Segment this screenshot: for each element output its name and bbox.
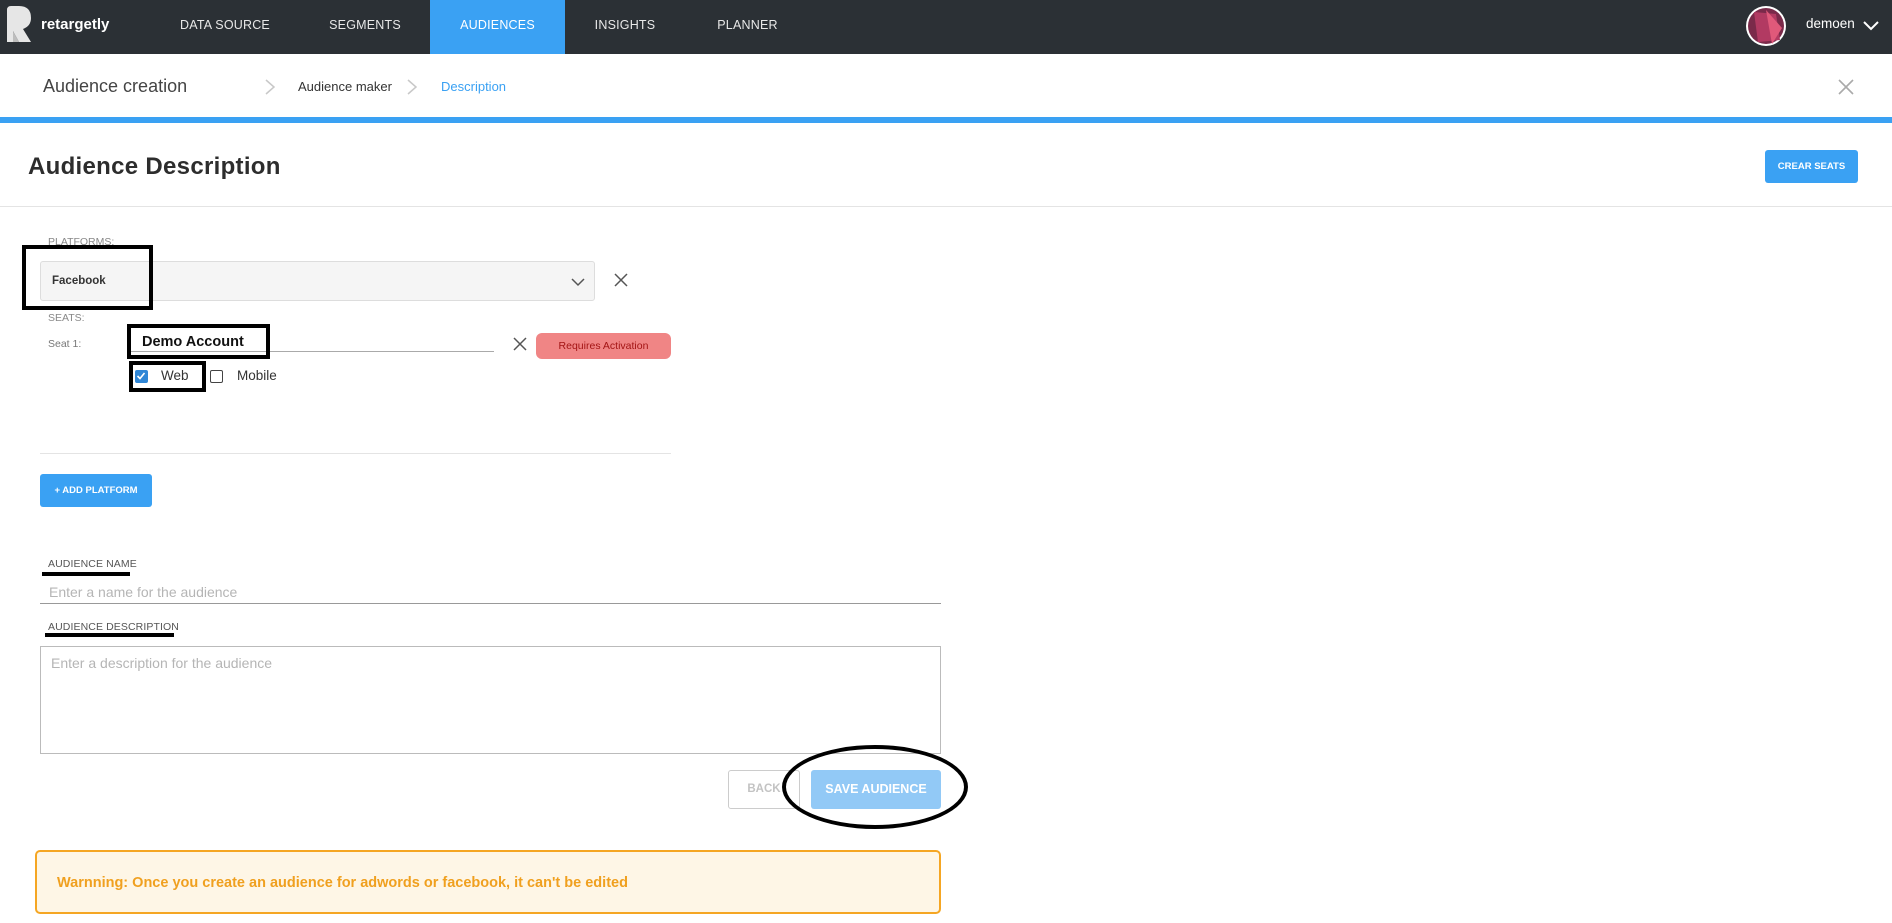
audience-name-input[interactable] [40, 580, 941, 604]
back-button[interactable]: BACK [728, 770, 800, 809]
step-progress-bar [0, 117, 1892, 123]
add-platform-button[interactable]: + ADD PLATFORM [40, 474, 152, 507]
username[interactable]: demoen [1806, 16, 1855, 31]
chevron-right-icon [407, 79, 418, 95]
retargetly-logo-icon[interactable] [5, 6, 33, 42]
web-checkbox[interactable] [135, 370, 148, 383]
brand-name[interactable]: retargetly [41, 16, 109, 33]
mobile-checkbox-label[interactable]: Mobile [237, 368, 277, 383]
platform-select-value: Facebook [52, 275, 106, 287]
nav-segments[interactable]: SEGMENTS [305, 0, 425, 54]
create-seats-button[interactable]: CREAR SEATS [1765, 150, 1858, 183]
seat-1-label: Seat 1: [48, 338, 82, 350]
check-icon [136, 372, 146, 380]
seat-select-underline [128, 351, 494, 352]
breadcrumb-title: Audience creation [43, 76, 188, 96]
platform-select[interactable]: Facebook [40, 261, 595, 301]
chevron-down-icon[interactable] [1862, 18, 1880, 32]
warning-alert: Warnning: Once you create an audience fo… [35, 850, 941, 914]
audience-description-textarea[interactable] [40, 646, 941, 754]
avatar[interactable] [1746, 6, 1786, 46]
seat-1-select[interactable]: Demo Account [142, 334, 244, 350]
seats-label: SEATS: [48, 312, 85, 324]
remove-seat-icon[interactable] [513, 337, 527, 351]
nav-audiences[interactable]: AUDIENCES [430, 0, 565, 54]
warning-text: Warnning: Once you create an audience fo… [57, 875, 628, 891]
header-divider [0, 206, 1892, 207]
breadcrumb: Audience creation Audience maker Descrip… [0, 54, 1892, 118]
save-audience-button[interactable]: SAVE AUDIENCE [811, 770, 941, 809]
close-icon[interactable] [1837, 78, 1855, 96]
breadcrumb-step-audience-maker[interactable]: Audience maker [298, 79, 392, 94]
web-checkbox-label[interactable]: Web [161, 368, 189, 383]
annotation-underline-description [45, 633, 174, 637]
audience-name-label: AUDIENCE NAME [48, 558, 137, 570]
chevron-down-icon [571, 278, 585, 287]
top-navbar: retargetly DATA SOURCE SEGMENTS AUDIENCE… [0, 0, 1892, 54]
platforms-label: PLATFORMS: [48, 236, 115, 248]
annotation-underline-name [42, 572, 130, 576]
avatar-image-icon [1748, 8, 1784, 44]
remove-platform-icon[interactable] [614, 273, 628, 287]
mobile-checkbox[interactable] [210, 370, 223, 383]
audience-description-label: AUDIENCE DESCRIPTION [48, 621, 179, 633]
nav-planner[interactable]: PLANNER [700, 0, 795, 54]
breadcrumb-step-description[interactable]: Description [441, 79, 506, 94]
nav-data-source[interactable]: DATA SOURCE [155, 0, 295, 54]
chevron-right-icon [265, 79, 276, 95]
requires-activation-badge: Requires Activation [536, 333, 671, 359]
nav-insights[interactable]: INSIGHTS [575, 0, 675, 54]
page-title: Audience Description [28, 153, 281, 180]
platform-divider [40, 453, 671, 454]
